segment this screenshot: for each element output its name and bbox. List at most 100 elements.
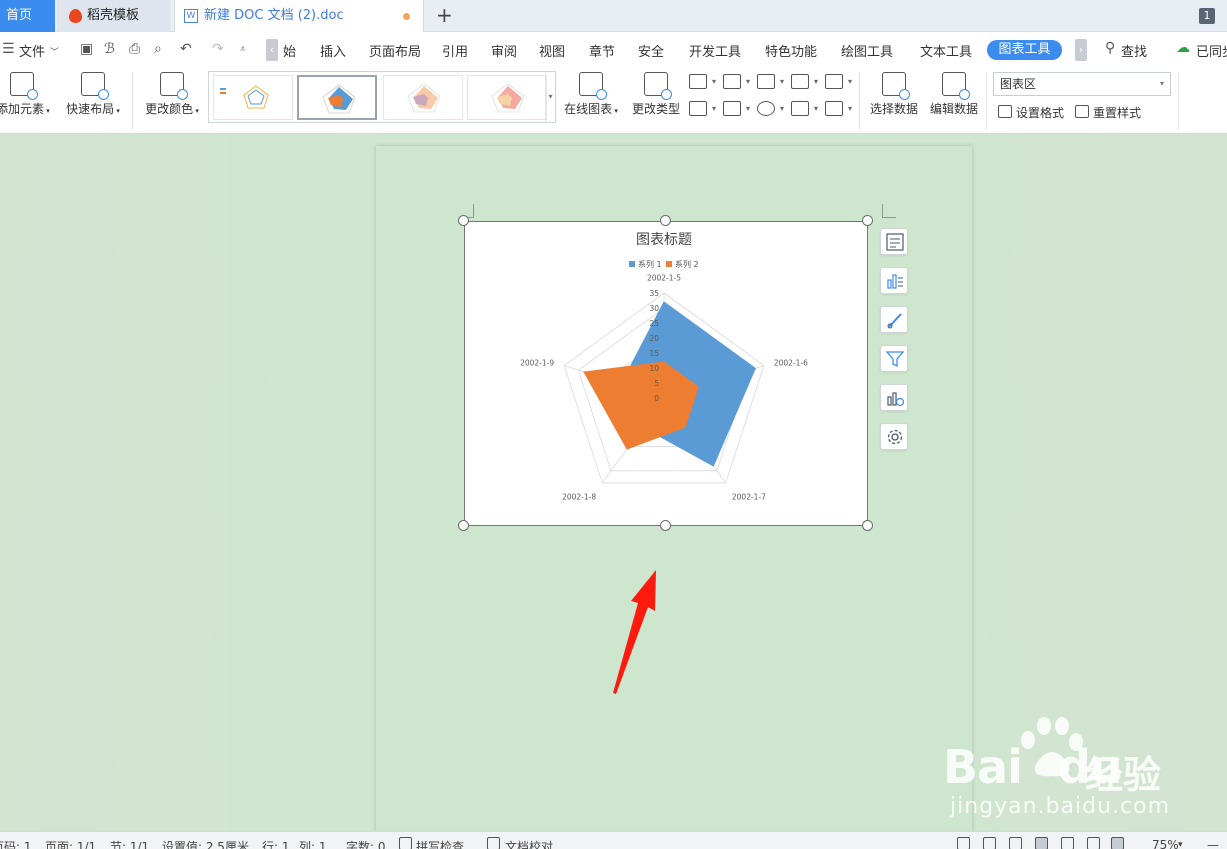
resize-handle-top[interactable] [660,215,671,226]
proofread-button[interactable]: 文档校对 [505,838,553,849]
redo-icon[interactable]: ↷ [212,41,224,57]
chart-style-button[interactable] [880,267,908,294]
radar-tick-label: 35 [649,289,659,298]
chart-style-thumb-1[interactable] [213,75,293,120]
zoom-out-button[interactable]: — [1207,838,1219,849]
spell-check-button[interactable]: 拼写检查 [416,838,464,849]
resize-handle-top-left[interactable] [458,215,469,226]
chart-elements-button[interactable] [880,228,908,255]
online-chart-side-button[interactable] [880,384,908,411]
menu-file[interactable]: 文件 [19,41,45,60]
combo-chart-icon[interactable]: ▾ [689,101,716,116]
sync-status[interactable]: 已同步 [1196,41,1227,60]
page-view-icon[interactable] [1035,837,1048,849]
status-row[interactable]: 行: 1 [262,838,290,849]
bar-chart-style-icon [887,274,903,289]
chart-filter-button[interactable] [880,345,908,372]
resize-handle-top-right[interactable] [862,215,873,226]
resize-handle-bottom-left[interactable] [458,520,469,531]
radar-chart-icon[interactable]: ▾ [791,74,818,89]
online-chart-button[interactable]: 在线图表 ▾ [562,72,620,117]
menu-chart-tools[interactable]: 图表工具 [987,40,1062,60]
menu-developer[interactable]: 开发工具 [689,41,741,60]
tab-home[interactable]: 首页 [0,0,55,32]
quick-layout-button[interactable]: 快速布局 ▾ [64,72,122,117]
gallery-more-icon[interactable]: ▾ [545,72,555,122]
zoom-level[interactable]: 75% [1152,838,1179,849]
print-icon[interactable]: ⎙ [129,41,140,57]
line-chart-icon[interactable]: ▾ [757,74,784,89]
tab-document[interactable]: W 新建 DOC 文档 (2).doc [174,0,424,32]
bar-chart-icon[interactable]: ▾ [723,74,750,89]
menu-drawing-tools[interactable]: 绘图工具 [841,41,893,60]
change-type-button[interactable]: 更改类型 [630,72,682,117]
menu-security[interactable]: 安全 [638,41,664,60]
menu-features[interactable]: 特色功能 [765,41,817,60]
menu-scroll-right-button[interactable]: › [1075,39,1087,61]
red-arrow-annotation [613,570,656,694]
stock-chart-icon[interactable]: ▾ [723,101,750,116]
customize-qat-icon[interactable]: ⩡ [240,44,246,55]
status-page-number[interactable]: 页码: 1 [0,838,32,849]
watermark-cn: 经验 [1085,753,1162,797]
menu-insert[interactable]: 插入 [320,41,346,60]
print-preview-icon[interactable]: ⌕ [154,41,162,57]
status-word-count[interactable]: 字数: 0 [346,838,386,849]
search-icon[interactable]: ⚲ [1105,40,1115,56]
status-section[interactable]: 节: 1/1 [110,838,149,849]
search-button[interactable]: 查找 [1121,41,1147,60]
chart-brush-button[interactable] [880,306,908,333]
save-icon[interactable]: ▣ [80,41,93,57]
tab-templates[interactable]: 稻壳模板 [57,0,170,32]
chart-settings-button[interactable] [880,423,908,450]
reset-style-button[interactable]: 重置样式 [1073,104,1141,121]
column-chart-icon[interactable]: ▾ [689,74,716,89]
add-element-button[interactable]: 添加元素 ▾ [0,72,50,117]
menu-scroll-left-button[interactable]: ‹ [266,39,278,61]
change-color-button[interactable]: 更改颜色 ▾ [143,72,201,117]
area-chart-icon[interactable]: ▾ [825,74,852,89]
status-bar: 页码: 1 页面: 1/1 节: 1/1 设置值: 2.5厘米 行: 1 列: … [0,831,1227,849]
status-pages[interactable]: 页面: 1/1 [45,838,96,849]
chart-element-select[interactable]: 图表区 ▾ [993,72,1171,96]
chart-style-thumb-4[interactable] [467,75,547,120]
change-color-icon [160,72,188,100]
menu-review[interactable]: 审阅 [491,41,517,60]
edit-data-button[interactable]: 编辑数据 [928,72,980,117]
resize-handle-bottom-right[interactable] [862,520,873,531]
menu-bar: ☰ 文件 ﹀ ▣ ℬ ⎙ ⌕ ↶ ↷ ⩡ ‹ 始 插入 页面布局 引用 审阅 视… [0,32,1227,66]
window-count-badge[interactable]: 1 [1199,8,1215,24]
resize-handle-bottom[interactable] [660,520,671,531]
menu-section[interactable]: 章节 [589,41,615,60]
format-painter-icon[interactable]: ℬ [104,41,115,57]
select-data-button[interactable]: 选择数据 [868,72,920,117]
undo-icon[interactable]: ↶ [180,41,192,57]
eye-protect-icon[interactable] [1111,837,1124,849]
scatter-chart-icon[interactable]: ▾ [791,101,818,116]
bubble-chart-icon[interactable]: ▾ [825,101,852,116]
proofread-icon [487,837,500,849]
chevron-down-icon[interactable]: ﹀ [50,45,59,58]
set-format-button[interactable]: 设置格式 [996,104,1064,121]
status-column[interactable]: 列: 1 [299,838,327,849]
read-mode-icon[interactable] [983,837,996,849]
status-setting[interactable]: 设置值: 2.5厘米 [162,838,249,849]
chevron-down-icon[interactable]: ▾ [1178,840,1183,849]
new-tab-button[interactable]: + [436,4,453,26]
radar-chart[interactable]: 图表标题 系列 1 系列 2 0 5 10 15 20 25 30 35 2002-1-5 2002-1… [464,221,868,526]
hamburger-icon[interactable]: ☰ [2,41,15,57]
chart-style-thumb-2[interactable] [297,75,377,120]
chart-style-thumb-3[interactable] [383,75,463,120]
menu-text-tools[interactable]: 文本工具 [920,41,972,60]
menu-start[interactable]: 始 [283,41,296,60]
pie-chart-icon[interactable]: ▾ [757,101,784,116]
edit-mode-icon[interactable] [1009,837,1022,849]
menu-page-layout[interactable]: 页面布局 [369,41,421,60]
menu-view[interactable]: 视图 [539,41,565,60]
web-view-icon[interactable] [1087,837,1100,849]
fullscreen-icon[interactable] [957,837,970,849]
outline-view-icon[interactable] [1061,837,1074,849]
radar-tick-label: 15 [649,349,659,358]
cloud-sync-icon[interactable]: ☁ [1176,40,1190,56]
menu-references[interactable]: 引用 [442,41,468,60]
